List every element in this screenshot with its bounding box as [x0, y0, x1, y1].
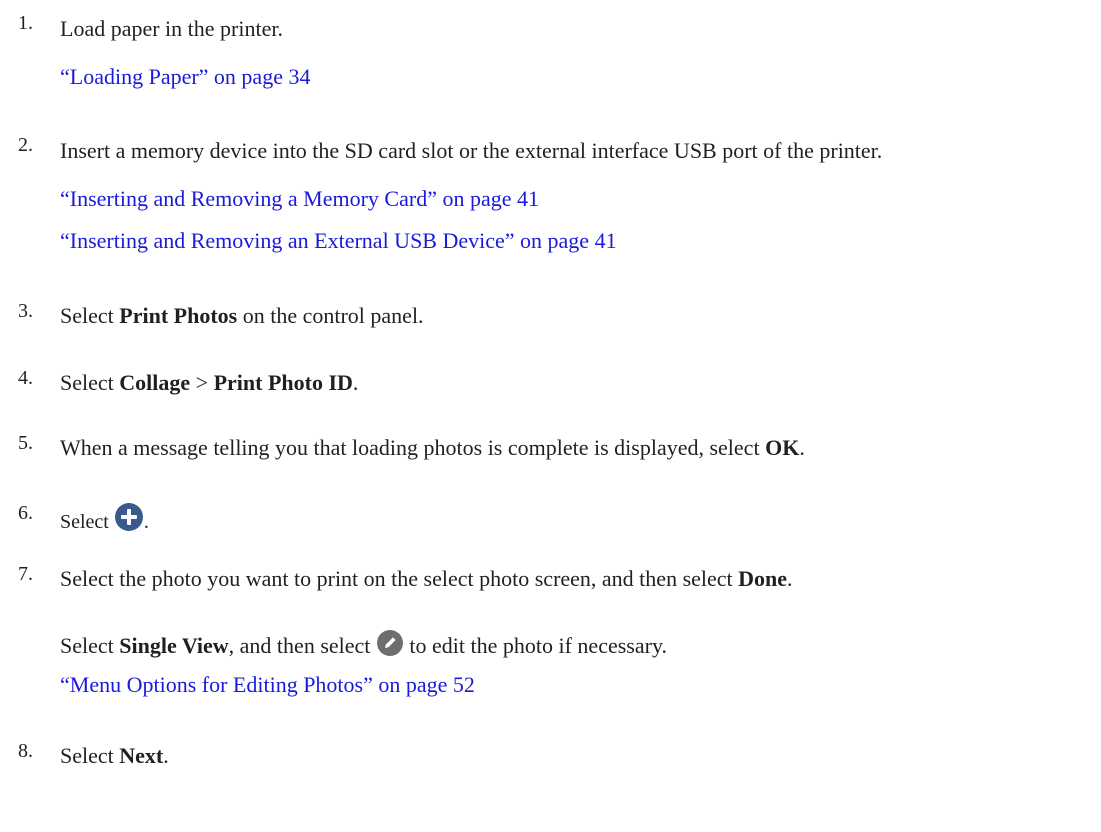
text-pre: Select the photo you want to print on th…	[60, 566, 739, 591]
text-post: .	[143, 511, 149, 533]
text-pre: Select	[60, 633, 120, 658]
ui-label-done: Done	[738, 566, 788, 591]
step-number: 8.	[18, 740, 33, 762]
step-text: Insert a memory device into the SD card …	[60, 138, 883, 163]
text-pre: Select	[60, 511, 114, 533]
link-memory-card[interactable]: “Inserting and Removing a Memory Card” o…	[60, 186, 539, 212]
text-post: .	[799, 435, 805, 460]
step-number: 1.	[18, 12, 33, 34]
step-number: 5.	[18, 432, 33, 454]
pencil-circle-icon	[376, 629, 404, 663]
text-pre: Select	[60, 303, 120, 328]
step-text: Select Print Photos on the control panel…	[60, 303, 424, 329]
step-number: 7.	[18, 563, 33, 585]
step-text: Select Next.	[60, 743, 169, 769]
text-post: on the control panel.	[237, 303, 424, 328]
text-pre: Select	[60, 743, 120, 768]
step-number: 3.	[18, 300, 33, 322]
link-editing-photos[interactable]: “Menu Options for Editing Photos” on pag…	[60, 672, 475, 698]
step-number: 6.	[18, 502, 33, 524]
step-number: 4.	[18, 367, 33, 389]
step-text: When a message telling you that loading …	[60, 435, 805, 461]
text-post: .	[787, 566, 793, 591]
text-pre: When a message telling you that loading …	[60, 435, 766, 460]
ui-label-single-view: Single View	[119, 633, 229, 658]
ui-label-print-photo-id: Print Photo ID	[213, 370, 353, 395]
ui-label-collage: Collage	[119, 370, 191, 395]
step-subtext: Select Single View, and then select to e…	[60, 629, 667, 663]
instruction-page: 1. Load paper in the printer. “Loading P…	[0, 0, 1101, 832]
plus-circle-icon	[114, 502, 144, 539]
step-text: Select .	[60, 502, 149, 539]
text-pre: Select	[60, 370, 120, 395]
step-text: Select the photo you want to print on th…	[60, 566, 793, 592]
text-separator: >	[190, 370, 214, 395]
ui-label-print-photos: Print Photos	[119, 303, 238, 328]
text-mid: , and then select	[228, 633, 376, 658]
step-number: 2.	[18, 134, 33, 156]
step-text: Select Collage > Print Photo ID.	[60, 370, 358, 396]
link-usb-device[interactable]: “Inserting and Removing an External USB …	[60, 228, 617, 254]
ui-label-ok: OK	[765, 435, 800, 460]
text-post: .	[352, 370, 359, 395]
text-post: .	[163, 743, 169, 768]
text-post: to edit the photo if necessary.	[403, 633, 668, 658]
link-loading-paper[interactable]: “Loading Paper” on page 34	[60, 64, 310, 90]
ui-label-next: Next	[119, 743, 164, 768]
step-text: Load paper in the printer.	[60, 16, 283, 41]
